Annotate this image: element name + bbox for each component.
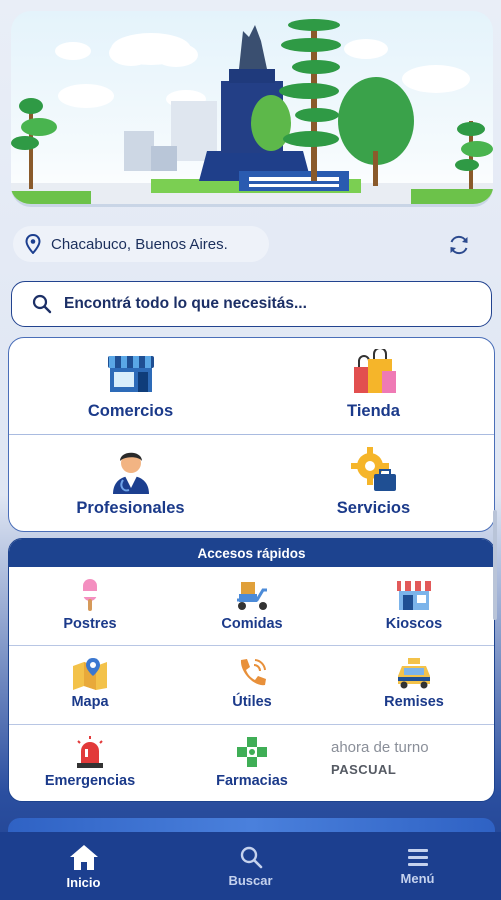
quick-item-postres[interactable]: Postres [9,569,171,647]
map-pin-icon [70,655,110,691]
pharmacy-on-duty[interactable]: ahora de turno PASCUAL [331,739,429,777]
category-comercios[interactable]: Comercios [9,338,252,434]
gear-toolbox-icon [348,447,400,493]
quick-item-label: Mapa [71,694,109,710]
quick-item-label: Kioscos [385,616,443,632]
nav-label: Menú [400,870,435,886]
nav-label: Buscar [228,872,273,888]
search-icon [32,294,52,314]
search-bar[interactable]: Encontrá todo lo que necesitás... [11,281,492,327]
categories-grid: Comercios Tienda Profesionales Servicios [8,337,495,532]
kiosk-icon [394,577,434,613]
hamburger-menu-icon [407,848,428,866]
category-label: Servicios [336,499,411,517]
quick-item-utiles[interactable]: Útiles [171,647,333,725]
category-profesionales[interactable]: Profesionales [9,435,252,531]
shopping-bags-icon [348,349,400,396]
siren-icon [70,734,110,770]
quick-access-title: Accesos rápidos [9,539,494,567]
nav-label: Inicio [66,874,101,890]
search-icon [240,846,262,868]
quick-item-label: Útiles [232,694,272,710]
quick-item-kioscos[interactable]: Kioscos [333,569,494,647]
taxi-icon [394,655,434,691]
ice-cream-icon [70,577,110,613]
hero-banner [11,11,493,207]
search-placeholder: Encontrá todo lo que necesitás... [64,295,307,312]
category-label: Tienda [347,402,400,420]
refresh-icon[interactable] [446,232,472,258]
pharmacy-cross-icon [232,734,272,770]
quick-item-emergencias[interactable]: Emergencias [9,726,171,801]
category-label: Profesionales [76,499,185,517]
quick-item-label: Emergencias [44,773,136,789]
quick-item-farmacias[interactable]: Farmacias [171,726,333,801]
on-duty-pharmacy-name: PASCUAL [331,762,397,777]
category-servicios[interactable]: Servicios [252,435,494,531]
home-icon [69,844,98,870]
quick-item-remises[interactable]: Remises [333,647,494,725]
category-tienda[interactable]: Tienda [252,338,494,434]
nav-inicio[interactable]: Inicio [0,832,167,900]
city-monument-illustration [11,19,493,204]
professional-person-icon [105,447,157,494]
category-label: Comercios [87,402,174,420]
on-duty-label: ahora de turno [331,739,429,756]
bottom-navigation: Inicio Buscar Menú [0,832,501,900]
location-pin-icon [25,234,41,254]
quick-item-label: Postres [63,616,117,632]
quick-item-label: Comidas [221,616,283,632]
quick-item-comidas[interactable]: Comidas [171,569,333,647]
nav-buscar[interactable]: Buscar [167,832,334,900]
quick-item-label: Farmacias [216,773,288,789]
store-icon [105,350,157,396]
scrollbar[interactable] [493,510,497,620]
location-text: Chacabuco, Buenos Aires. [51,235,228,253]
nav-menu[interactable]: Menú [334,832,501,900]
location-selector[interactable]: Chacabuco, Buenos Aires. [13,226,269,262]
quick-item-label: Remises [384,694,444,710]
phone-icon [232,655,272,691]
delivery-scooter-icon [232,577,272,613]
quick-item-mapa[interactable]: Mapa [9,647,171,725]
quick-access-panel: Accesos rápidos Postres Comidas Kioscos … [8,538,495,802]
